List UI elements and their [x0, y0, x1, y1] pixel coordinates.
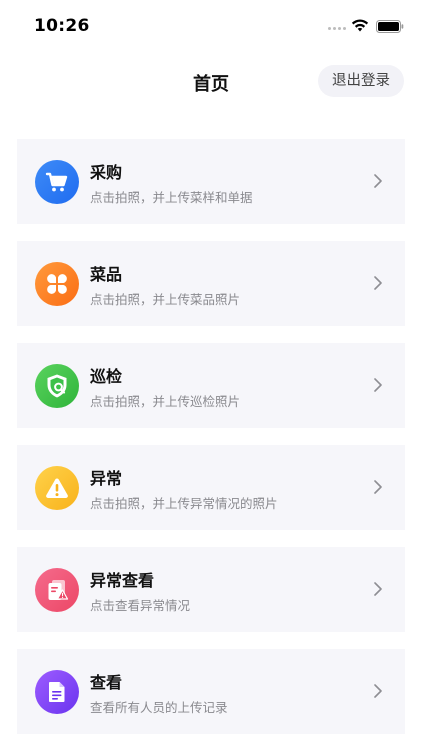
chevron-right-icon [374, 684, 382, 698]
menu-item-description: 查看所有人员的上传记录 [90, 700, 228, 715]
menu-item-description: 点击拍照，并上传巡检照片 [90, 394, 241, 409]
menu-item-title: 查看 [90, 673, 123, 692]
cart-icon [35, 160, 79, 204]
clover-icon [35, 262, 79, 306]
home-screen: 10:26 首页 退出登录 采购 点击拍照，并上传菜样和单据 菜品 点击拍照，并… [0, 0, 422, 750]
alert-document-icon [35, 568, 79, 612]
menu-item-description: 点击拍照，并上传菜品照片 [90, 292, 241, 307]
document-icon [35, 670, 79, 714]
menu-item-title: 巡检 [90, 367, 123, 386]
menu-item-dishes[interactable]: 菜品 点击拍照，并上传菜品照片 [17, 241, 405, 326]
menu-item-description: 点击拍照，并上传菜样和单据 [90, 190, 253, 205]
menu-item-description: 点击拍照，并上传异常情况的照片 [90, 496, 278, 511]
chevron-right-icon [374, 480, 382, 494]
menu-list: 采购 点击拍照，并上传菜样和单据 菜品 点击拍照，并上传菜品照片 巡检 点击拍照… [17, 139, 405, 750]
menu-item-exception-view[interactable]: 异常查看 点击查看异常情况 [17, 547, 405, 632]
shield-search-icon [35, 364, 79, 408]
logout-button[interactable]: 退出登录 [318, 65, 404, 97]
menu-item-exception[interactable]: 异常 点击拍照，并上传异常情况的照片 [17, 445, 405, 530]
menu-item-title: 菜品 [90, 265, 123, 284]
menu-item-description: 点击查看异常情况 [90, 598, 191, 613]
menu-item-title: 异常 [90, 469, 123, 488]
chevron-right-icon [374, 276, 382, 290]
navigation-bar: 首页 退出登录 [0, 60, 422, 102]
chevron-right-icon [374, 174, 382, 188]
menu-item-inspection[interactable]: 巡检 点击拍照，并上传巡检照片 [17, 343, 405, 428]
battery-icon [376, 20, 404, 33]
wifi-icon [351, 19, 369, 32]
warning-icon [35, 466, 79, 510]
cellular-signal-icon [328, 27, 346, 30]
menu-item-view[interactable]: 查看 查看所有人员的上传记录 [17, 649, 405, 734]
menu-item-purchase[interactable]: 采购 点击拍照，并上传菜样和单据 [17, 139, 405, 224]
menu-item-title: 采购 [90, 163, 123, 182]
status-time: 10:26 [34, 16, 90, 36]
menu-item-title: 异常查看 [90, 571, 155, 590]
chevron-right-icon [374, 378, 382, 392]
status-bar: 10:26 [0, 0, 422, 52]
chevron-right-icon [374, 582, 382, 596]
